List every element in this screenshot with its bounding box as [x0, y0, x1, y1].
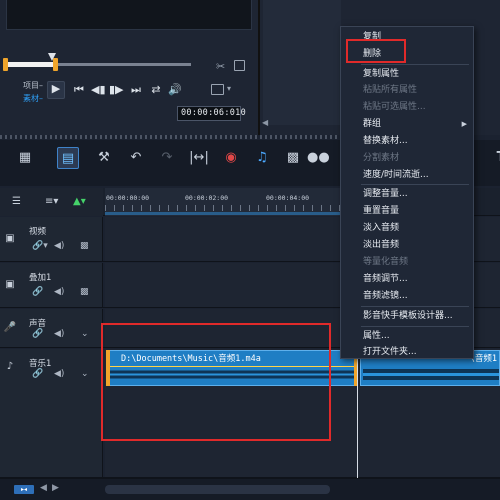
mode-project[interactable]: 项目–	[23, 80, 43, 91]
overlay-track-icon: ▣	[5, 279, 15, 290]
library-area	[263, 0, 341, 125]
storyboard-view-icon[interactable]: ▦	[14, 147, 36, 169]
track-manager-icon[interactable]: ☰	[12, 196, 21, 207]
redo-icon[interactable]: ↷	[156, 147, 178, 169]
menu-item-audio-filter[interactable]: 音频滤镜...	[341, 288, 473, 304]
preview-window	[6, 0, 252, 30]
menu-item-paste-selectable-attributes[interactable]: 粘贴可选属性...	[341, 99, 473, 115]
menu-item-normalize-audio[interactable]: 等量化音频	[341, 254, 473, 270]
menu-separator	[361, 184, 469, 185]
repeat-icon[interactable]: ⇄	[149, 83, 163, 97]
grid-icon[interactable]: ▩	[80, 241, 89, 251]
add-marker-icon[interactable]: ▲▾	[73, 196, 86, 207]
link-icon[interactable]: 🔗	[32, 369, 43, 379]
horizontal-scrollbar[interactable]	[105, 485, 330, 494]
menu-separator	[361, 64, 469, 65]
copy-icon[interactable]	[234, 60, 245, 71]
menu-item-group[interactable]: 群组 ▶	[341, 116, 473, 132]
play-button[interactable]: ▶	[47, 81, 65, 99]
menu-item-properties[interactable]: 属性...	[341, 328, 473, 344]
timeline-ruler[interactable]: 00:00:00:00 00:00:02:00 00:00:04:00	[105, 188, 340, 216]
sound-mixer-icon[interactable]: ♫	[251, 147, 273, 169]
scissors-icon[interactable]: ✂	[216, 60, 225, 73]
preview-panel: ✂ 项目– 素材– ▶ ⏮ ◀▮ ▮▶ ⏭ ⇄ 🔊 ▾ 00:00:06:010	[0, 0, 258, 135]
menu-separator	[361, 306, 469, 307]
highlight-box-clip	[101, 323, 331, 441]
chevron-down-icon[interactable]: ⌄	[81, 369, 89, 379]
chevron-left-icon[interactable]: ◀	[262, 118, 268, 127]
grid-icon[interactable]: ▩	[80, 287, 89, 297]
video-track-icon: ▣	[5, 233, 15, 244]
menu-item-speed-timelapse[interactable]: 速度/时间流逝...	[341, 167, 473, 183]
track-name: 音乐1	[29, 359, 52, 369]
record-capture-icon[interactable]: ◉	[220, 147, 242, 169]
ruler-tick-label: 00:00:02:00	[185, 194, 229, 202]
highlight-box-delete	[346, 39, 406, 63]
ruler-tick-label: 00:00:04:00	[266, 194, 310, 202]
menu-item-reset-volume[interactable]: 重置音量	[341, 203, 473, 219]
mute-icon[interactable]: ◀)	[54, 329, 64, 339]
timecode-display[interactable]: 00:00:06:010	[177, 106, 246, 121]
next-frame-icon[interactable]: ▮▶	[109, 83, 124, 97]
track-manager-area: ☰ ≡▾ ▲▾	[0, 188, 103, 216]
music-track-icon: ♪	[6, 361, 14, 372]
menu-item-fade-out[interactable]: 淡出音频	[341, 237, 473, 253]
tools-icon[interactable]: ⚒	[93, 147, 115, 169]
audio-waveform	[363, 365, 499, 384]
track-header: ▣ 视频 🔗▾ ◀) ▩	[0, 217, 103, 261]
voice-track-icon: 🎤	[3, 322, 17, 333]
menu-item-open-folder[interactable]: 打开文件夹...	[341, 344, 473, 360]
menu-item-replace-clip[interactable]: 替换素材...	[341, 133, 473, 149]
track-name: 声音	[29, 319, 47, 329]
mode-clip[interactable]: 素材–	[23, 93, 43, 104]
prev-frame-icon[interactable]: ◀▮	[91, 83, 106, 97]
menu-item-template-designer[interactable]: 影音快手模板设计器...	[341, 308, 473, 324]
volume-icon[interactable]: 🔊	[168, 83, 182, 97]
motion-tracking-icon[interactable]: ●●	[307, 147, 330, 169]
track-header: ♪ 音乐1 🔗 ◀) ⌄	[0, 349, 103, 477]
go-end-icon[interactable]: ⏭	[129, 83, 143, 97]
timeline-footer: ▸◂ ◀ ▶	[0, 478, 500, 500]
chevron-down-icon[interactable]: ▾	[227, 84, 231, 93]
menu-item-audio-ducking[interactable]: 音频调节...	[341, 271, 473, 287]
multi-camera-icon[interactable]: ▩	[282, 147, 304, 169]
scrub-selection	[6, 62, 56, 67]
chevron-left-icon[interactable]: ◀	[40, 483, 47, 493]
track-name: 叠加1	[29, 273, 52, 283]
fit-timeline-icon[interactable]: |↔|	[188, 147, 210, 169]
timeline-view-icon[interactable]: ▤	[57, 147, 79, 169]
link-icon[interactable]: 🔗▾	[32, 241, 48, 251]
chevron-down-icon[interactable]: ⌄	[81, 329, 89, 339]
menu-item-copy-attributes[interactable]: 复制属性	[341, 66, 473, 82]
chapter-icon[interactable]: ≡▾	[45, 196, 58, 207]
context-menu: 复制 删除 复制属性 粘贴所有属性 粘贴可选属性... 群组 ▶ 替换素材... …	[340, 26, 474, 359]
menu-item-split-clip[interactable]: 分割素材	[341, 150, 473, 166]
track-header: 🎤 声音 🔗 ◀) ⌄	[0, 309, 103, 347]
menu-item-adjust-volume[interactable]: 调整音量...	[341, 186, 473, 202]
panel-splitter[interactable]	[0, 135, 340, 139]
link-icon[interactable]: 🔗	[32, 329, 43, 339]
menu-item-fade-in[interactable]: 淡入音频	[341, 220, 473, 236]
mute-icon[interactable]: ◀)	[54, 369, 64, 379]
link-icon[interactable]: 🔗	[32, 287, 43, 297]
mute-icon[interactable]: ◀)	[54, 287, 64, 297]
zoom-fit-button[interactable]: ▸◂	[14, 485, 34, 494]
menu-item-paste-all-attributes[interactable]: 粘贴所有属性	[341, 82, 473, 98]
submenu-arrow-icon: ▶	[461, 120, 467, 128]
menu-separator	[361, 326, 469, 327]
track-header: ▣ 叠加1 🔗 ◀) ▩	[0, 263, 103, 307]
aspect-ratio-icon[interactable]	[211, 84, 224, 95]
trim-in-handle[interactable]	[3, 58, 8, 71]
undo-icon[interactable]: ↶	[125, 147, 147, 169]
ruler-ticks	[105, 205, 340, 211]
mute-icon[interactable]: ◀)	[54, 241, 64, 251]
chevron-right-icon[interactable]: ▶	[52, 483, 59, 493]
title-icon[interactable]: T	[490, 147, 500, 169]
trim-out-handle[interactable]	[53, 58, 58, 71]
ruler-tick-label: 00:00:00:00	[106, 194, 150, 202]
track-name: 视频	[29, 227, 47, 237]
ruler-range	[105, 212, 340, 215]
go-start-icon[interactable]: ⏮	[72, 83, 86, 97]
